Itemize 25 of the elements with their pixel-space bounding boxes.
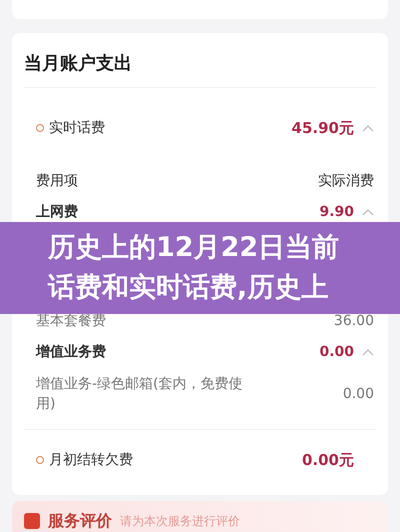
column-header: 费用项 — [36, 172, 78, 190]
fee-item-label: 增值业务-绿色邮箱(套内，免费使用) — [36, 374, 244, 414]
card-title: 当月账户支出 — [23, 52, 133, 76]
banner-title: 历史上的12月22日当前话费和实时话费,历史上 — [48, 231, 340, 305]
chevron-up-icon[interactable] — [362, 124, 374, 132]
chevron-up-icon[interactable] — [362, 208, 374, 216]
fee-item-amount: 0.00 — [342, 386, 374, 402]
section-amount: 0.00元 — [302, 450, 354, 470]
chevron-up-icon[interactable] — [362, 348, 374, 356]
fee-item-label: 基本套餐费 — [36, 312, 106, 331]
dot-icon — [36, 124, 44, 132]
fee-item-amount: 36.00 — [334, 313, 374, 329]
service-hint: 请为本次服务进行评价 — [120, 512, 240, 530]
column-header: 实际消费 — [318, 172, 374, 190]
service-rating-banner[interactable]: 服务评价 请为本次服务进行评价 — [12, 501, 388, 532]
rating-icon — [24, 513, 40, 529]
category-label: 增值业务费 — [36, 343, 106, 361]
category-amount: 0.00 — [319, 344, 354, 360]
service-title: 服务评价 — [48, 510, 112, 532]
section-label: 月初结转欠费 — [49, 451, 133, 469]
category-amount: 9.90 — [319, 204, 354, 220]
dot-icon — [36, 456, 44, 464]
section-label: 实时话费 — [49, 119, 105, 137]
section-amount: 45.90元 — [292, 118, 354, 138]
category-label: 上网费 — [36, 203, 78, 221]
